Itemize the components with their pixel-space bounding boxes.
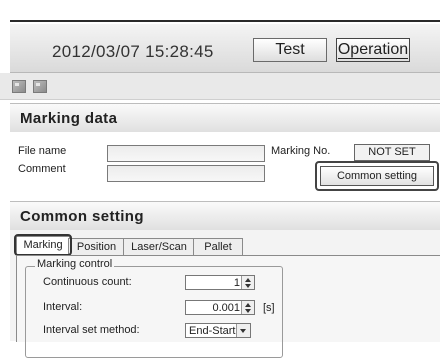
marking-control-title: Marking control bbox=[35, 258, 115, 270]
tab-pallet[interactable]: Pallet bbox=[193, 238, 243, 255]
interval-set-method-select[interactable]: End-Start bbox=[185, 323, 251, 338]
toolbar bbox=[0, 73, 440, 100]
marking-tab-body: Marking control Continuous count: 1 Inte… bbox=[16, 255, 440, 358]
interval-value: 0.001 bbox=[212, 302, 240, 314]
marking-data-header: Marking data bbox=[10, 103, 440, 133]
arrow-down-icon bbox=[245, 284, 251, 288]
continuous-count-arrows[interactable] bbox=[241, 276, 254, 289]
continuous-count-value: 1 bbox=[233, 277, 240, 289]
continuous-count-stepper[interactable]: 1 bbox=[185, 275, 255, 290]
interval-unit: [s] bbox=[263, 302, 275, 314]
continuous-count-label: Continuous count: bbox=[43, 276, 132, 288]
arrow-up-icon bbox=[245, 278, 251, 282]
file-name-field[interactable] bbox=[107, 145, 265, 162]
common-setting-button[interactable]: Common setting bbox=[320, 166, 434, 186]
datetime-display: 2012/03/07 15:28:45 bbox=[52, 42, 214, 61]
toolbar-open-icon[interactable] bbox=[33, 80, 47, 93]
file-name-label: File name bbox=[18, 145, 67, 157]
tab-marking[interactable]: Marking bbox=[16, 236, 70, 255]
marking-data-panel: File name Comment Marking No. NOT SET Co… bbox=[10, 132, 440, 200]
tab-position[interactable]: Position bbox=[68, 238, 125, 255]
toolbar-save-icon[interactable] bbox=[12, 80, 26, 93]
marking-data-title: Marking data bbox=[20, 110, 118, 127]
interval-set-method-label: Interval set method: bbox=[43, 324, 140, 336]
comment-label: Comment bbox=[18, 163, 66, 175]
top-band bbox=[0, 0, 440, 22]
marking-no-value: NOT SET bbox=[354, 144, 430, 161]
arrow-up-icon bbox=[245, 303, 251, 307]
interval-arrows[interactable] bbox=[241, 301, 254, 314]
tab-laser-scan[interactable]: Laser/Scan bbox=[123, 238, 195, 255]
test-button[interactable]: Test bbox=[253, 38, 327, 62]
operation-button[interactable]: Operation bbox=[336, 38, 410, 62]
status-bar: 2012/03/07 15:28:45 Test Operation bbox=[10, 24, 440, 73]
common-setting-area: Marking Position Laser/Scan Pallet Marki… bbox=[10, 230, 440, 358]
common-setting-header: Common setting bbox=[10, 201, 440, 231]
comment-field[interactable] bbox=[107, 165, 265, 182]
operation-button-label: Operation bbox=[337, 40, 409, 59]
interval-label: Interval: bbox=[43, 301, 83, 313]
marking-no-label: Marking No. bbox=[271, 145, 331, 157]
top-divider bbox=[10, 20, 440, 22]
interval-stepper[interactable]: 0.001 bbox=[185, 300, 255, 315]
common-setting-highlight: Common setting bbox=[315, 161, 439, 191]
interval-set-method-value: End-Start bbox=[189, 325, 236, 337]
common-setting-title: Common setting bbox=[20, 208, 144, 225]
arrow-down-icon bbox=[245, 309, 251, 313]
chevron-down-icon bbox=[236, 324, 250, 337]
